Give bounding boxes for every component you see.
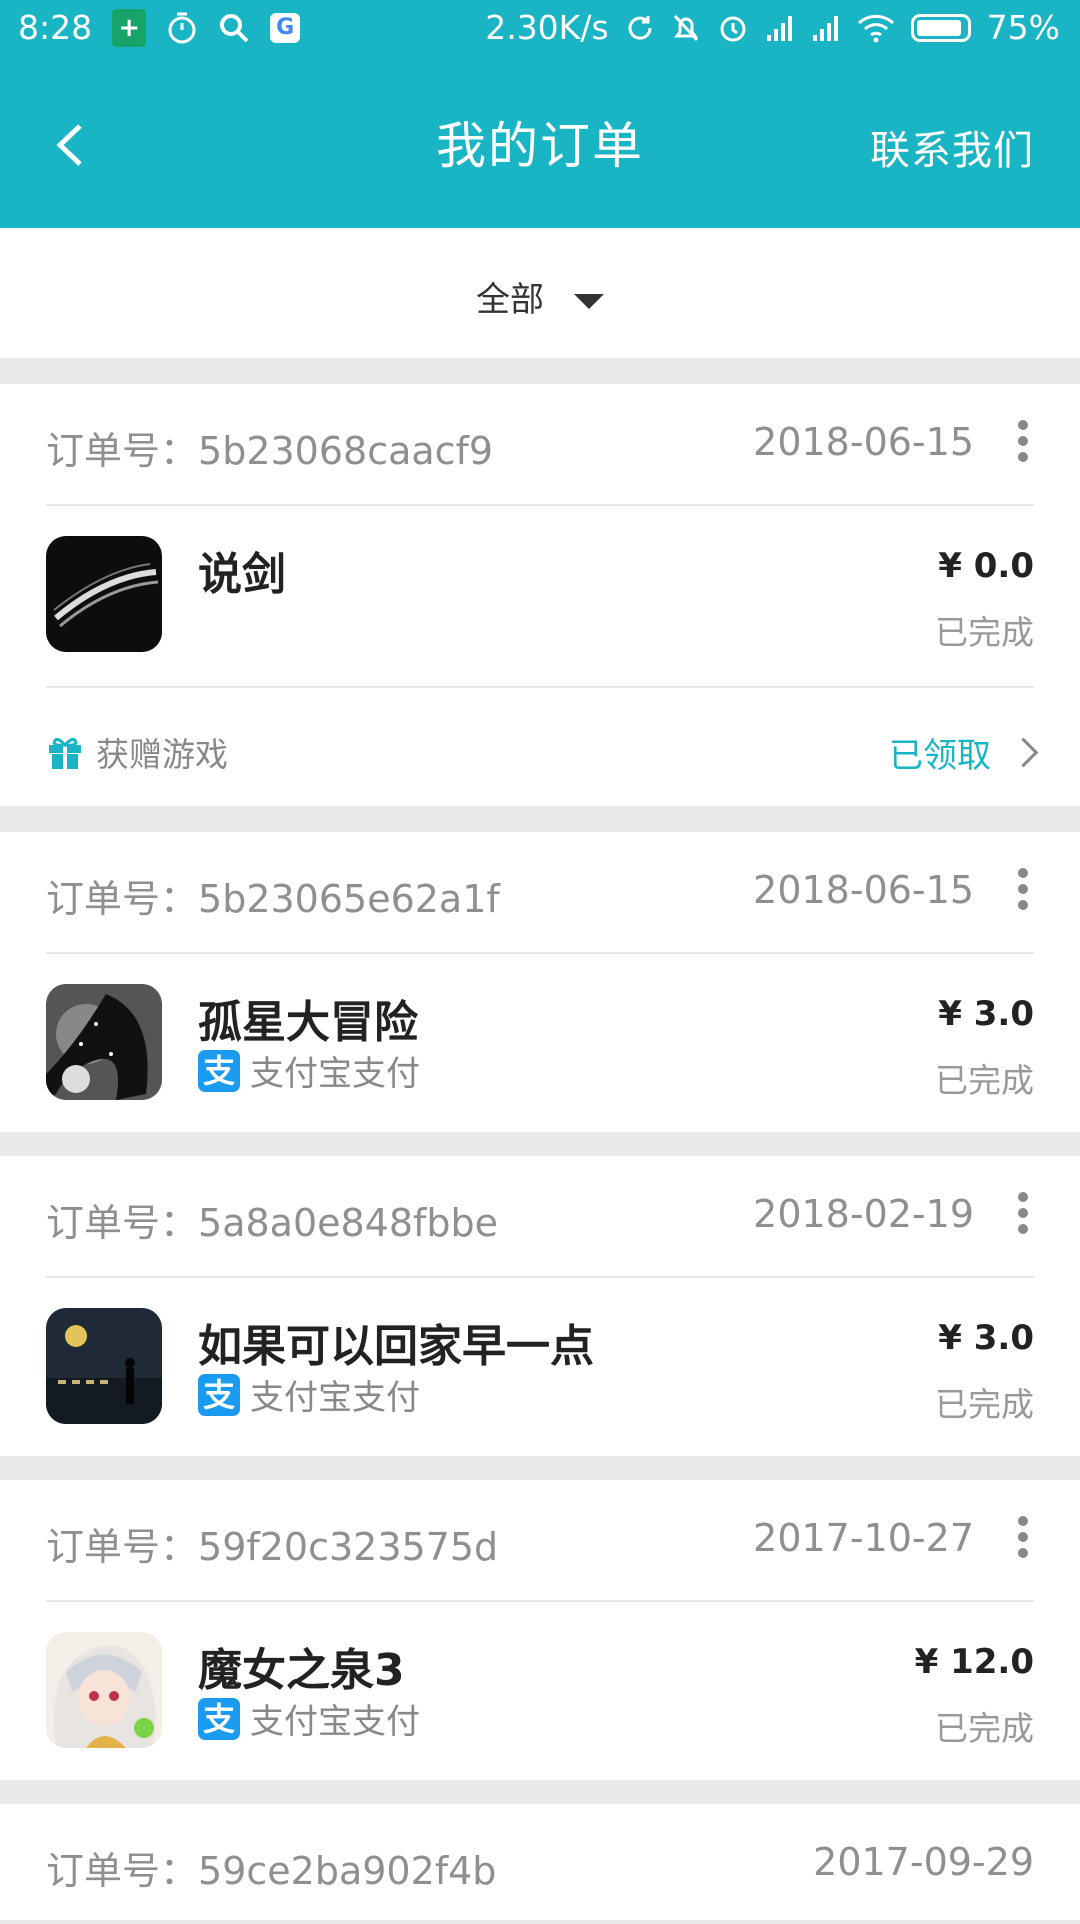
order-number: 订单号：5a8a0e848fbbe — [46, 1201, 499, 1245]
network-speed: 2.30K/s — [485, 8, 609, 47]
gift-row[interactable]: 获赠游戏 已领取 — [46, 686, 1039, 808]
game-name: 说剑 — [198, 549, 286, 600]
order-price: ¥ 3.0 — [938, 1318, 1034, 1358]
order-status: 已完成 — [935, 1709, 1034, 1748]
payment-method: 支 支付宝支付 — [198, 1694, 420, 1743]
order-card[interactable]: 订单号：59f20c323575d 2017-10-27 魔女之泉3 支 支付宝… — [0, 1480, 1080, 1780]
order-card[interactable]: 订单号：5b23065e62a1f 2018-06-15 孤星大冒险 支 支付宝… — [0, 832, 1080, 1132]
order-filter-bar: 全部 — [0, 228, 1080, 358]
order-price: ¥ 0.0 — [938, 546, 1034, 586]
battery-percent: 75% — [986, 8, 1060, 47]
nav-bar: 我的订单 联系我们 — [0, 62, 1080, 228]
game-icon-monv — [46, 1632, 162, 1748]
signal-icon — [766, 15, 792, 41]
order-date: 2018-02-19 — [753, 1192, 974, 1236]
payment-method: 支 支付宝支付 — [198, 1370, 420, 1419]
payment-method: 支 支付宝支付 — [198, 1046, 420, 1095]
payment-label: 支付宝支付 — [250, 1702, 420, 1742]
order-header: 订单号：59ce2ba902f4b 2017-09-29 — [46, 1804, 1034, 1924]
order-date: 2017-09-29 — [813, 1840, 1034, 1884]
app-header: 8:28 + G 2.30K/s 75% 我的订单 联系我们 — [0, 0, 1080, 228]
wifi-icon — [857, 14, 894, 42]
order-price: ¥ 12.0 — [914, 1642, 1034, 1682]
game-name: 如果可以回家早一点 — [198, 1321, 594, 1372]
sync-icon — [628, 15, 652, 40]
order-header: 订单号：5b23068caacf9 2018-06-15 — [46, 384, 1034, 506]
order-header: 订单号：59f20c323575d 2017-10-27 — [46, 1480, 1034, 1602]
game-icon-shuojian — [46, 536, 162, 652]
order-status: 已完成 — [935, 613, 1034, 652]
alarm-icon — [720, 16, 746, 41]
bell-muted-icon — [673, 14, 698, 41]
game-name: 魔女之泉3 — [198, 1645, 405, 1696]
order-card[interactable]: 订单号：5b23068caacf9 2018-06-15 说剑 ¥ 0.0 已完… — [0, 384, 1080, 806]
order-number: 订单号：59ce2ba902f4b — [46, 1849, 497, 1893]
order-status: 已完成 — [935, 1061, 1034, 1100]
stopwatch-icon — [168, 12, 196, 43]
gift-label: 获赠游戏 — [96, 735, 228, 774]
search-icon — [220, 13, 249, 42]
status-bar: 8:28 + G 2.30K/s 75% — [0, 0, 1080, 62]
game-icon-guxing — [46, 984, 162, 1100]
status-time: 8:28 — [18, 8, 93, 47]
gift-icon — [49, 738, 81, 769]
order-date: 2017-10-27 — [753, 1516, 974, 1560]
more-vertical-icon[interactable] — [1016, 420, 1030, 464]
order-date: 2018-06-15 — [753, 420, 974, 464]
contact-us-button[interactable]: 联系我们 — [870, 118, 1034, 176]
game-name: 孤星大冒险 — [198, 997, 418, 1048]
chevron-right-icon — [1008, 737, 1039, 768]
order-card[interactable]: 订单号：59ce2ba902f4b 2017-09-29 — [0, 1804, 1080, 1920]
order-date: 2018-06-15 — [753, 868, 974, 912]
google-app-icon: G — [270, 12, 301, 43]
order-number: 订单号：59f20c323575d — [46, 1525, 499, 1569]
payment-label: 支付宝支付 — [250, 1378, 420, 1418]
security-shield-icon: + — [112, 8, 147, 47]
payment-label: 支付宝支付 — [250, 1054, 420, 1094]
filter-dropdown[interactable]: 全部 — [0, 272, 1080, 321]
signal-icon-2 — [812, 15, 838, 41]
order-header: 订单号：5a8a0e848fbbe 2018-02-19 — [46, 1156, 1034, 1278]
alipay-icon: 支 — [198, 1373, 240, 1416]
order-status: 已完成 — [935, 1385, 1034, 1424]
filter-label: 全部 — [476, 280, 544, 320]
more-vertical-icon[interactable] — [1016, 1192, 1030, 1236]
order-number: 订单号：5b23068caacf9 — [46, 429, 494, 473]
dropdown-triangle-icon — [574, 294, 604, 309]
alipay-icon: 支 — [198, 1049, 240, 1092]
gift-status: 已领取 — [889, 736, 991, 776]
order-header: 订单号：5b23065e62a1f 2018-06-15 — [46, 832, 1034, 954]
order-price: ¥ 3.0 — [938, 994, 1034, 1034]
battery-icon — [910, 13, 971, 42]
game-icon-huijia — [46, 1308, 162, 1424]
more-vertical-icon[interactable] — [1016, 868, 1030, 912]
more-vertical-icon[interactable] — [1016, 1516, 1030, 1560]
order-number: 订单号：5b23065e62a1f — [46, 877, 500, 921]
alipay-icon: 支 — [198, 1697, 240, 1740]
order-card[interactable]: 订单号：5a8a0e848fbbe 2018-02-19 如果可以回家早一点 支… — [0, 1156, 1080, 1456]
